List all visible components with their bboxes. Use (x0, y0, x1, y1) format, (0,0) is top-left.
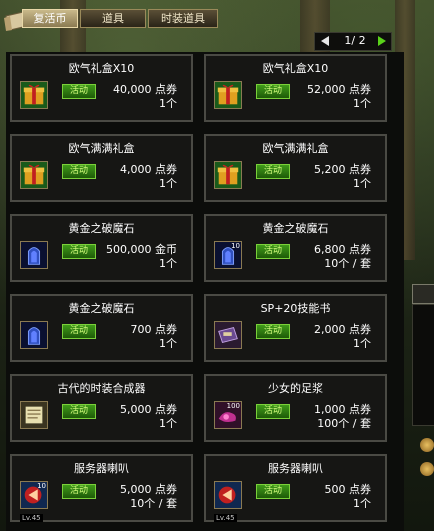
item-quantity: 10个 / 套 (324, 257, 371, 270)
item-quantity: 1个 (353, 97, 371, 110)
icon-count: 10 (37, 482, 46, 490)
pagination: 1/ 2 (314, 32, 392, 51)
magic-stone-icon[interactable] (20, 241, 48, 269)
gift-box-icon[interactable] (214, 161, 242, 189)
item-title: 少女的足浆 (268, 382, 323, 395)
megaphone-icon[interactable] (214, 481, 242, 509)
item-quantity: 1个 (353, 497, 371, 510)
tab-revive-coin[interactable]: 复活币 (22, 9, 78, 28)
event-badge: 活动 (256, 324, 290, 339)
event-badge: 活动 (256, 84, 290, 99)
item-title: 黄金之破魔石 (68, 222, 135, 235)
megaphone-icon[interactable]: 10 (20, 481, 48, 509)
level-requirement: Lv.45 (214, 514, 237, 522)
item-title: 古代的时装合成器 (57, 382, 146, 395)
icon-count: 10 (231, 242, 240, 250)
potion-icon[interactable]: 100 (214, 401, 242, 429)
tab-fashion-items[interactable]: 时装道具 (148, 9, 218, 28)
coin-icon[interactable] (420, 462, 434, 476)
icon-count: 100 (226, 402, 240, 410)
item-title: 黄金之破魔石 (68, 302, 135, 315)
side-panel (412, 304, 434, 426)
shop-item-card[interactable]: 欧气满满礼盒 活动 5,200 点券 1个 (204, 134, 387, 202)
page-indicator: 1/ 2 (344, 34, 366, 47)
level-requirement: Lv.45 (20, 514, 43, 522)
event-badge: 活动 (62, 324, 96, 339)
coin-icon[interactable] (420, 438, 434, 452)
event-badge: 活动 (256, 164, 290, 179)
tab-bar: 复活币 道具 时装道具 (0, 0, 434, 32)
event-badge: 活动 (62, 484, 96, 499)
item-title: 欧气满满礼盒 (68, 142, 135, 155)
event-badge: 活动 (62, 84, 96, 99)
item-quantity: 1个 (159, 97, 177, 110)
event-badge: 活动 (62, 404, 96, 419)
event-badge: 活动 (62, 164, 96, 179)
item-quantity: 10个 / 套 (130, 497, 177, 510)
event-badge: 活动 (62, 244, 96, 259)
item-title: 黄金之破魔石 (262, 222, 329, 235)
item-quantity: 1个 (159, 177, 177, 190)
magic-stone-icon[interactable] (20, 321, 48, 349)
item-title: 欧气礼盒X10 (262, 62, 329, 75)
item-title: 欧气满满礼盒 (262, 142, 329, 155)
shop-item-card[interactable]: 服务器喇叭 Lv.45 活动 500 点券 1个 (204, 454, 387, 522)
prev-page-icon[interactable] (321, 36, 329, 46)
event-badge: 活动 (256, 484, 290, 499)
event-badge: 活动 (256, 404, 290, 419)
gift-box-icon[interactable] (20, 161, 48, 189)
shop-item-card[interactable]: 服务器喇叭 10 Lv.45 活动 5,000 点券 10个 / 套 (10, 454, 193, 522)
item-title: 服务器喇叭 (268, 462, 323, 475)
item-title: 欧气礼盒X10 (68, 62, 135, 75)
item-title: 服务器喇叭 (74, 462, 129, 475)
next-page-icon[interactable] (378, 36, 386, 46)
item-title: SP+20技能书 (260, 302, 331, 315)
item-quantity: 1个 (159, 417, 177, 430)
shop-item-card[interactable]: 古代的时装合成器 活动 5,000 点券 1个 (10, 374, 193, 442)
shop-item-card[interactable]: 黄金之破魔石 10 活动 6,800 点券 10个 / 套 (204, 214, 387, 282)
item-quantity: 1个 (353, 177, 371, 190)
shop-item-card[interactable]: SP+20技能书 活动 2,000 点券 1个 (204, 294, 387, 362)
shop-item-card[interactable]: 欧气礼盒X10 活动 52,000 点券 1个 (204, 54, 387, 122)
shop-item-card[interactable]: 少女的足浆 100 活动 1,000 点券 100个 / 套 (204, 374, 387, 442)
shop-item-card[interactable]: 欧气满满礼盒 活动 4,000 点券 1个 (10, 134, 193, 202)
shop-item-card[interactable]: 黄金之破魔石 活动 500,000 金币 1个 (10, 214, 193, 282)
gift-box-icon[interactable] (20, 81, 48, 109)
item-quantity: 1个 (353, 337, 371, 350)
side-tab[interactable] (412, 284, 434, 304)
item-quantity: 100个 / 套 (317, 417, 371, 430)
magic-stone-icon[interactable]: 10 (214, 241, 242, 269)
scroll-icon[interactable] (20, 401, 48, 429)
shop-item-card[interactable]: 欧气礼盒X10 活动 40,000 点券 1个 (10, 54, 193, 122)
skill-book-icon[interactable] (214, 321, 242, 349)
item-quantity: 1个 (159, 257, 177, 270)
item-quantity: 1个 (159, 337, 177, 350)
gift-box-icon[interactable] (214, 81, 242, 109)
shop-item-card[interactable]: 黄金之破魔石 活动 700 点券 1个 (10, 294, 193, 362)
event-badge: 活动 (256, 244, 290, 259)
tab-items[interactable]: 道具 (80, 9, 146, 28)
